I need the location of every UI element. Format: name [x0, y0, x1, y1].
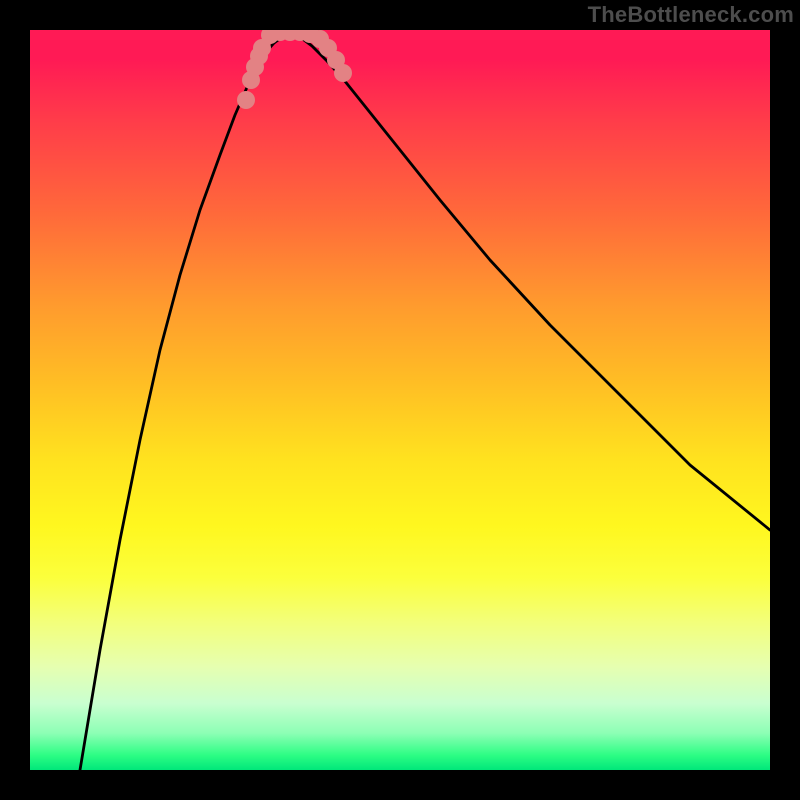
curve-right-branch [290, 33, 770, 530]
chart-frame: TheBottleneck.com [0, 0, 800, 800]
curve-left-branch [80, 33, 290, 770]
chart-svg [30, 30, 770, 770]
trough-dot [237, 91, 255, 109]
plot-area [30, 30, 770, 770]
watermark-text: TheBottleneck.com [588, 2, 794, 28]
trough-dot [334, 64, 352, 82]
